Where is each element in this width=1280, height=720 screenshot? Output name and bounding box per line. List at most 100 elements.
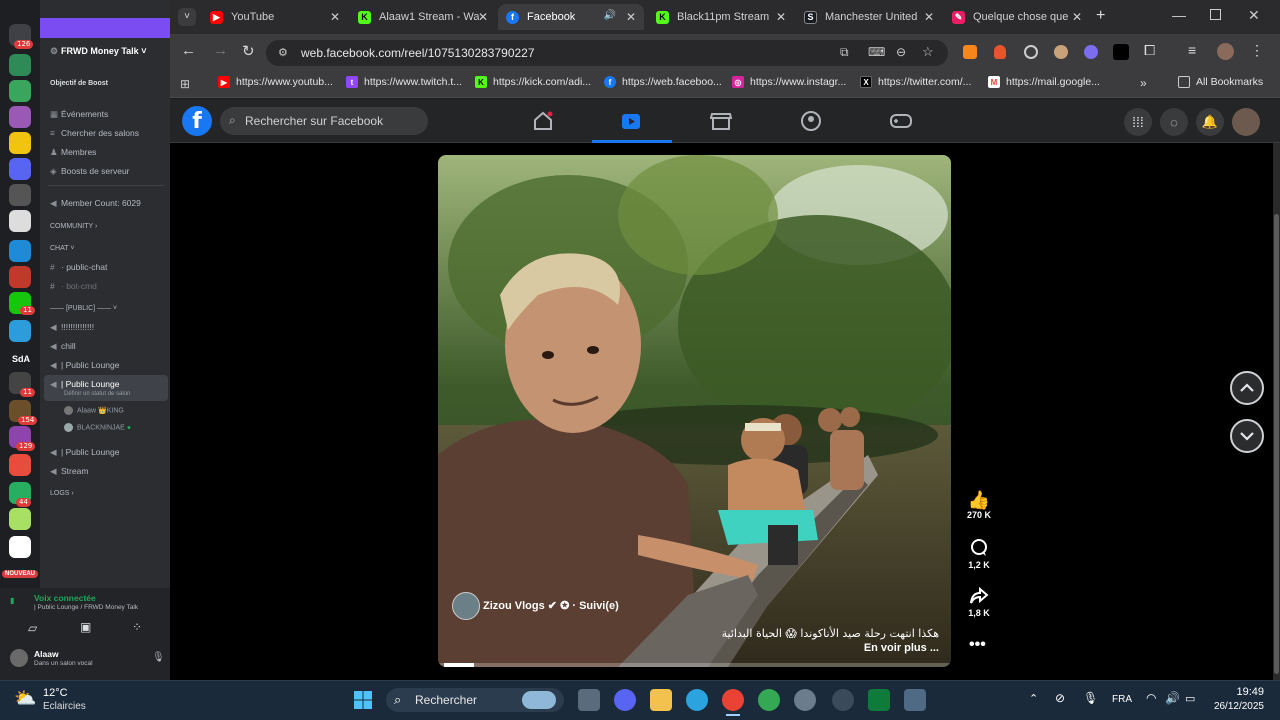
notifications-button[interactable]: 🔔	[1196, 108, 1224, 136]
facebook-search[interactable]: ⌕ Rechercher sur Facebook	[220, 107, 428, 135]
menu-kebab-icon[interactable]: ⋮	[1250, 42, 1264, 59]
see-more-link[interactable]: En voir plus ...	[864, 642, 939, 654]
close-icon[interactable]: ✕	[1072, 10, 1082, 24]
video-icon[interactable]	[620, 111, 642, 131]
all-bookmarks[interactable]: All Bookmarks	[1178, 76, 1263, 88]
taskbar-search[interactable]: ⌕ Rechercher	[386, 688, 564, 712]
voice-channel-member-count[interactable]: ◀ Member Count: 6029	[50, 198, 141, 209]
server-icon[interactable]	[9, 240, 31, 262]
account-avatar[interactable]	[1232, 108, 1260, 136]
reel-author[interactable]: Zizou Vlogs ✔ ✪ · Suivi(e)	[483, 599, 619, 612]
store-icon[interactable]	[868, 689, 890, 711]
speaker-icon[interactable]: 🔊	[604, 10, 616, 21]
task-view-icon[interactable]	[578, 689, 600, 711]
category-public[interactable]: —— [PUBLIC] —— ˅	[50, 305, 117, 312]
bookmark-twitch[interactable]: t https://www.twitch.t...	[346, 76, 462, 88]
bookmark-facebook[interactable]: f https://web.faceboo...	[604, 76, 722, 88]
server-icon[interactable]	[9, 320, 31, 342]
discord-taskbar-icon[interactable]	[614, 689, 636, 711]
bookmark-kick[interactable]: Khttps://kick.com/adi...	[475, 76, 591, 88]
tab-search-icon[interactable]: ˅	[178, 8, 196, 26]
more-bookmarks-icon[interactable]: »	[1140, 76, 1147, 90]
facebook-logo[interactable]: f	[182, 106, 212, 136]
server-icon[interactable]	[9, 536, 31, 558]
close-icon[interactable]: ✕	[776, 10, 786, 24]
file-explorer-icon[interactable]	[650, 689, 672, 711]
extension-icon[interactable]	[1113, 44, 1129, 60]
translate-icon[interactable]: ⌨	[868, 45, 885, 59]
menu-grid-button[interactable]: ⁞⁞⁞	[1124, 108, 1152, 136]
clock-time[interactable]: 19:49	[1214, 686, 1264, 698]
chrome-profile-icon[interactable]	[758, 689, 780, 711]
menu-events[interactable]: ▦ Événements	[50, 109, 108, 120]
media-icon[interactable]: ≡	[1188, 42, 1196, 58]
voice-channel-lounge[interactable]: ◀ | Public Lounge	[50, 360, 119, 371]
bookmark-star-icon[interactable]: ☆	[922, 44, 934, 60]
voice-user[interactable]: Alaaw 👑KING	[64, 406, 124, 415]
like-button[interactable]: 👍 270 K	[959, 490, 999, 520]
server-icon[interactable]	[9, 158, 31, 180]
tab-manchester-united[interactable]: S Manchester United ✕	[796, 4, 942, 30]
server-label[interactable]: SdA	[12, 354, 30, 364]
install-app-icon[interactable]: ⧉	[840, 45, 849, 60]
groups-icon[interactable]	[800, 110, 822, 132]
zoom-icon[interactable]: ⊖	[896, 45, 906, 59]
comment-button[interactable]: 1,2 K	[959, 538, 999, 570]
previous-reel-button[interactable]	[1230, 371, 1264, 405]
bookmark-gmail[interactable]: Mhttps://mail.google...	[988, 76, 1100, 88]
volume-icon[interactable]: 🔊	[1165, 691, 1180, 705]
tab-facebook[interactable]: f Facebook 🔊 ✕	[498, 4, 644, 30]
close-icon[interactable]: ✕	[330, 10, 340, 24]
voice-channel-stream[interactable]: ◀ Stream	[50, 466, 88, 477]
menu-browse-channels[interactable]: ≡ Chercher des salons	[50, 128, 139, 138]
reel-video[interactable]: Zizou Vlogs ✔ ✪ · Suivi(e) هكذا انتهت رح…	[438, 155, 951, 667]
clock-date[interactable]: 26/12/2025	[1203, 701, 1264, 712]
bookmark-youtube[interactable]: ▶ https://www.youtub...	[218, 76, 333, 88]
close-icon[interactable]: ✕	[478, 10, 488, 24]
weather-description[interactable]: Eclaircies	[43, 701, 86, 712]
menu-server-boosts[interactable]: ◈ Boosts de serveur	[50, 166, 130, 177]
scrollbar-thumb[interactable]	[1274, 214, 1279, 674]
gaming-icon[interactable]	[889, 111, 913, 131]
boost-goal[interactable]: Objectif de Boost	[50, 80, 108, 87]
server-name[interactable]: ⚙ FRWD Money Talk ˅	[50, 46, 146, 57]
metamask-icon[interactable]	[963, 45, 977, 59]
fire-extension-icon[interactable]	[994, 45, 1006, 59]
wifi-icon[interactable]: ◠	[1146, 691, 1156, 705]
chrome-icon[interactable]	[722, 689, 744, 711]
marketplace-icon[interactable]	[710, 111, 732, 131]
profile-avatar[interactable]	[1217, 43, 1234, 60]
server-icon[interactable]	[9, 454, 31, 476]
category-chat[interactable]: CHAT ˅	[50, 245, 74, 252]
telegram-icon[interactable]	[686, 689, 708, 711]
extension-icon[interactable]	[1054, 45, 1068, 59]
apps-grid-icon[interactable]: ⊞	[180, 77, 190, 91]
clock-app-icon[interactable]	[832, 689, 854, 711]
user-avatar[interactable]	[10, 649, 28, 667]
settings-icon[interactable]	[794, 689, 816, 711]
close-icon[interactable]: ✕	[924, 10, 934, 24]
server-icon[interactable]	[9, 80, 31, 102]
messenger-button[interactable]: ◌	[1160, 108, 1188, 136]
tab-kick-alaaw[interactable]: K Alaaw1 Stream - Wa ✕	[350, 4, 496, 30]
puzzle-icon[interactable]: ⧠	[1144, 42, 1155, 59]
voice-channel-lounge-2[interactable]: ◀ | Public Lounge	[50, 447, 119, 458]
activities-icon[interactable]: ⁘	[132, 620, 142, 634]
voice-channel-lounge-active[interactable]: ◀ | Public Lounge	[50, 379, 119, 390]
author-avatar[interactable]	[452, 592, 480, 620]
channel-bot-cmd[interactable]: # · bot-cmd	[50, 281, 97, 291]
reload-icon[interactable]: ↻	[242, 42, 255, 60]
screen-share-icon[interactable]: ▣	[80, 620, 91, 634]
tab-kick-black11pm[interactable]: K Black11pm Stream ✕	[648, 4, 794, 30]
minimize-icon[interactable]: —	[1172, 7, 1186, 23]
voice-location[interactable]: | Public Lounge / FRWD Money Talk	[34, 604, 138, 611]
start-button[interactable]	[352, 689, 374, 711]
close-icon[interactable]: ✕	[626, 10, 636, 24]
extension-icon[interactable]	[1084, 45, 1098, 59]
url-text[interactable]: web.facebook.com/reel/1075130283790227	[301, 46, 535, 60]
share-button[interactable]: 1,8 K	[959, 586, 999, 618]
network-off-icon[interactable]: ⊘	[1055, 691, 1065, 705]
bookmark-instagram[interactable]: ◎ https://www.instagr...	[732, 76, 846, 88]
category-community[interactable]: COMMUNITY ›	[50, 223, 97, 230]
tray-chevron-icon[interactable]: ⌃	[1029, 692, 1038, 705]
